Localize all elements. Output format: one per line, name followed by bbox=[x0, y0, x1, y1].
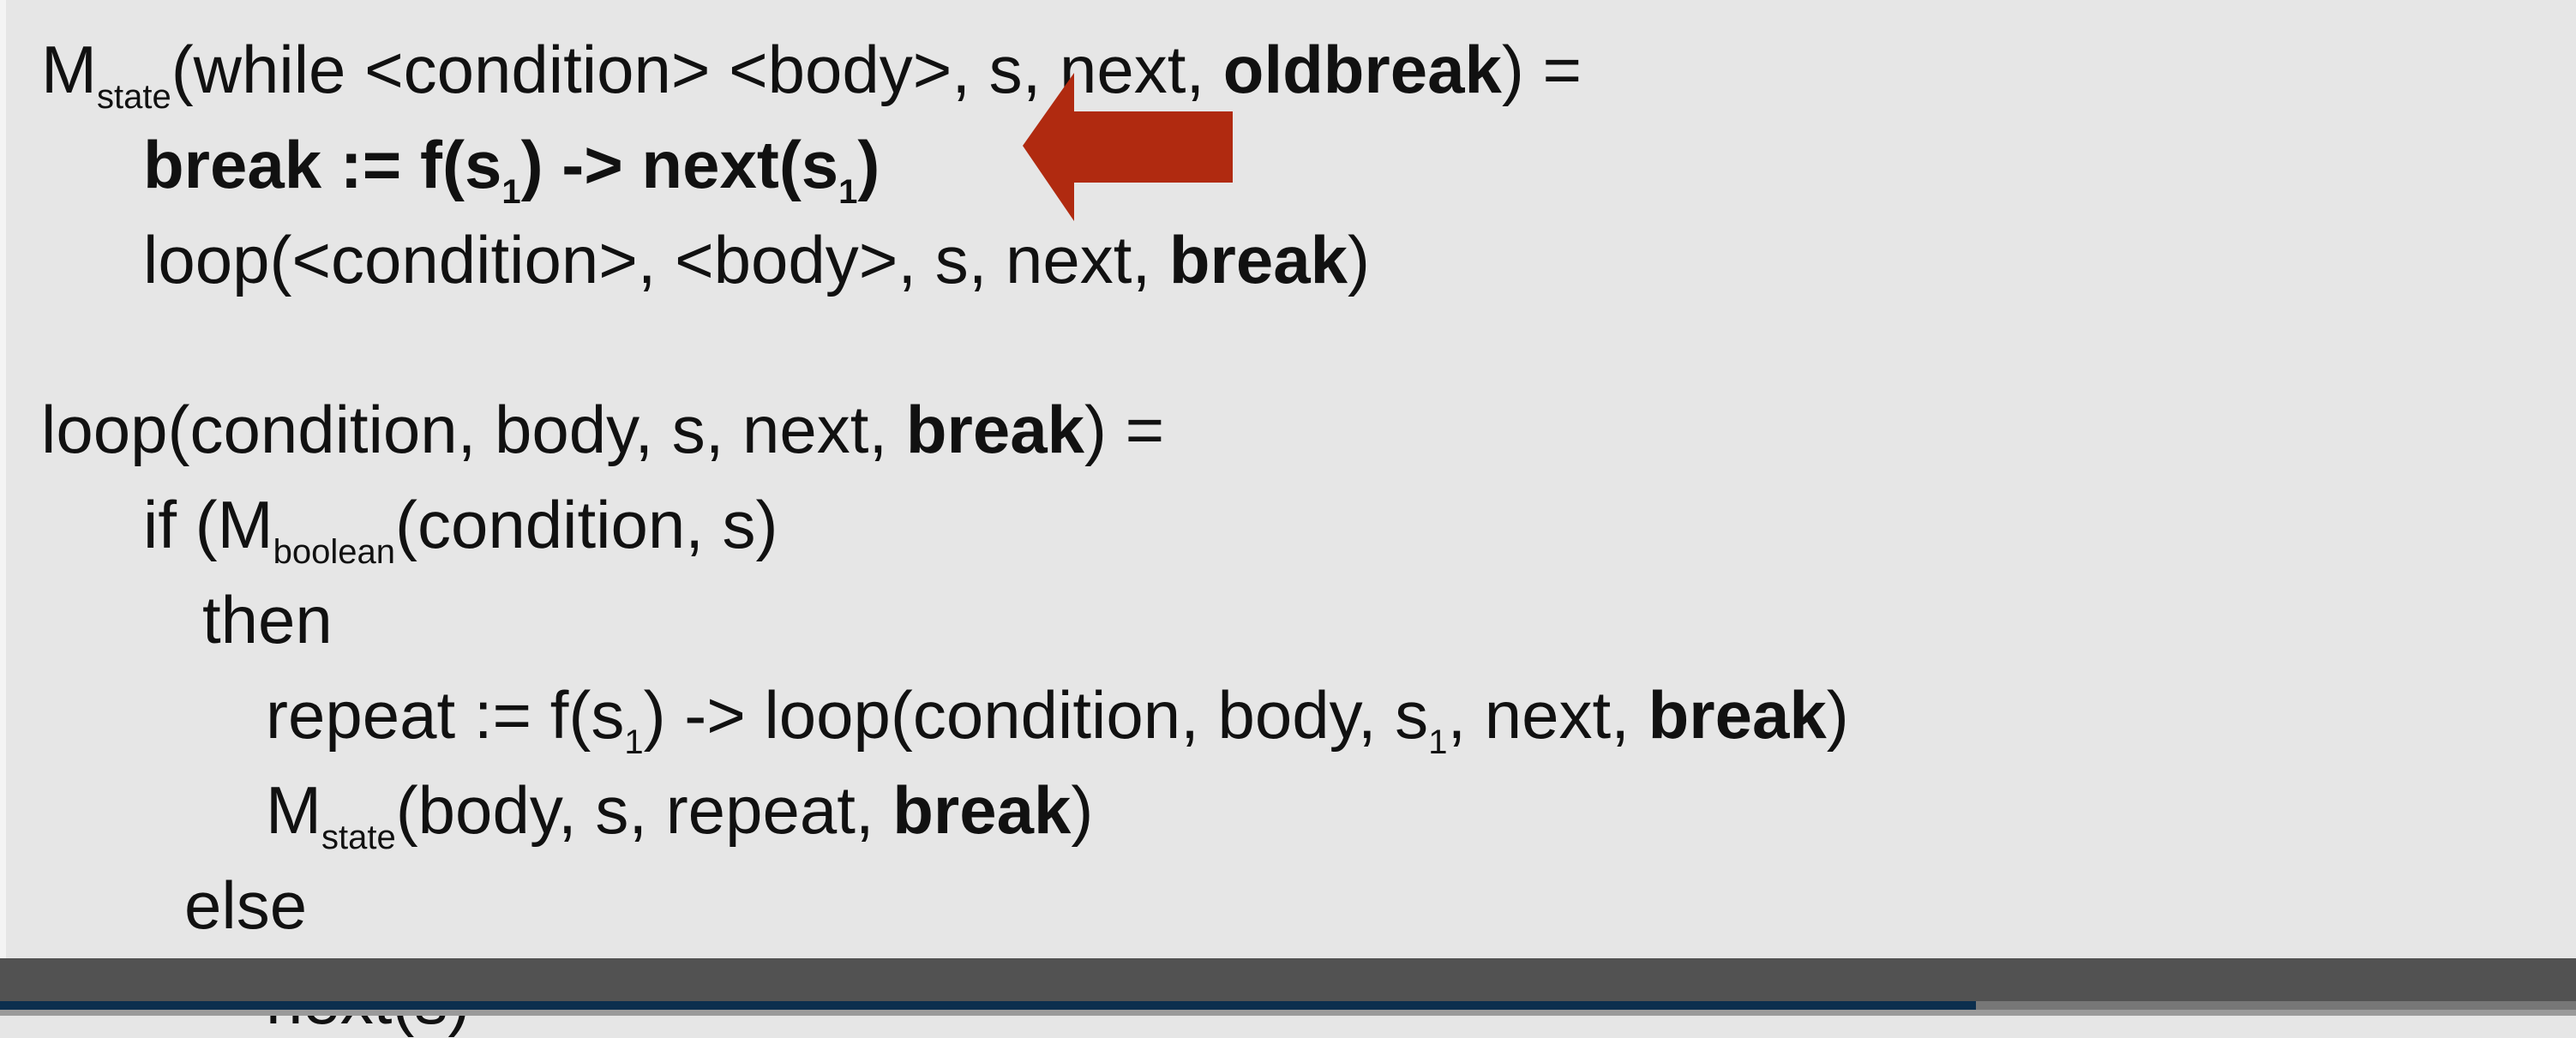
code-text: then bbox=[202, 581, 333, 657]
code-text: ) -> loop(condition, body, s bbox=[643, 676, 1429, 753]
code-text: loop(condition, body, s, next, bbox=[41, 391, 906, 467]
code-line: if (Mboolean(condition, s) bbox=[143, 491, 778, 569]
subscript-text: 1 bbox=[838, 173, 858, 211]
code-text: break bbox=[1168, 222, 1348, 297]
code-text: (body, s, repeat, bbox=[395, 771, 893, 848]
code-text: ) bbox=[1826, 676, 1849, 753]
code-text: M bbox=[266, 771, 321, 848]
code-line: then bbox=[202, 586, 333, 653]
code-line: else bbox=[184, 872, 307, 939]
subscript-text: 1 bbox=[1428, 723, 1448, 761]
code-text: M bbox=[41, 32, 97, 107]
code-text: ) bbox=[1071, 771, 1094, 848]
subscript-text: state bbox=[96, 78, 171, 116]
code-line: break := f(s1) -> next(s1) bbox=[143, 131, 880, 209]
code-text: ) bbox=[857, 127, 880, 202]
code-line: repeat := f(s1) -> loop(condition, body,… bbox=[266, 681, 1849, 759]
code-text: ) bbox=[1347, 222, 1370, 297]
code-text: break := f(s bbox=[143, 127, 502, 202]
code-text: if (M bbox=[143, 486, 273, 562]
code-text: ) = bbox=[1084, 391, 1165, 467]
progress-fill bbox=[0, 1001, 1976, 1010]
subscript-text: 1 bbox=[624, 723, 644, 761]
code-text: break bbox=[892, 771, 1072, 848]
code-text: repeat := f(s bbox=[266, 676, 625, 753]
code-text: else bbox=[184, 867, 308, 943]
slide-edge bbox=[0, 0, 6, 958]
player-bottom-strip bbox=[0, 1010, 2576, 1016]
code-text: (condition, s) bbox=[395, 486, 778, 562]
left-arrow-icon bbox=[1023, 73, 1233, 221]
code-text: ) -> next(s bbox=[520, 127, 839, 202]
code-line: loop(condition, body, s, next, break) = bbox=[41, 396, 1164, 463]
code-text: , next, bbox=[1447, 676, 1648, 753]
subscript-text: boolean bbox=[273, 532, 395, 571]
progress-bar[interactable] bbox=[0, 1001, 2576, 1010]
code-text: break bbox=[905, 391, 1084, 467]
video-control-bar[interactable] bbox=[0, 958, 2576, 1001]
code-line: Mstate(while <condition> <body>, s, next… bbox=[41, 36, 1582, 114]
subscript-text: 1 bbox=[501, 173, 521, 211]
code-text: oldbreak bbox=[1222, 32, 1502, 107]
subscript-text: state bbox=[321, 818, 396, 856]
code-line: loop(<condition>, <body>, s, next, break… bbox=[143, 226, 1370, 293]
code-text: ) = bbox=[1501, 32, 1582, 107]
code-text: break bbox=[1648, 676, 1827, 753]
code-line: Mstate(body, s, repeat, break) bbox=[266, 777, 1093, 855]
code-text: loop(<condition>, <body>, s, next, bbox=[143, 222, 1169, 297]
